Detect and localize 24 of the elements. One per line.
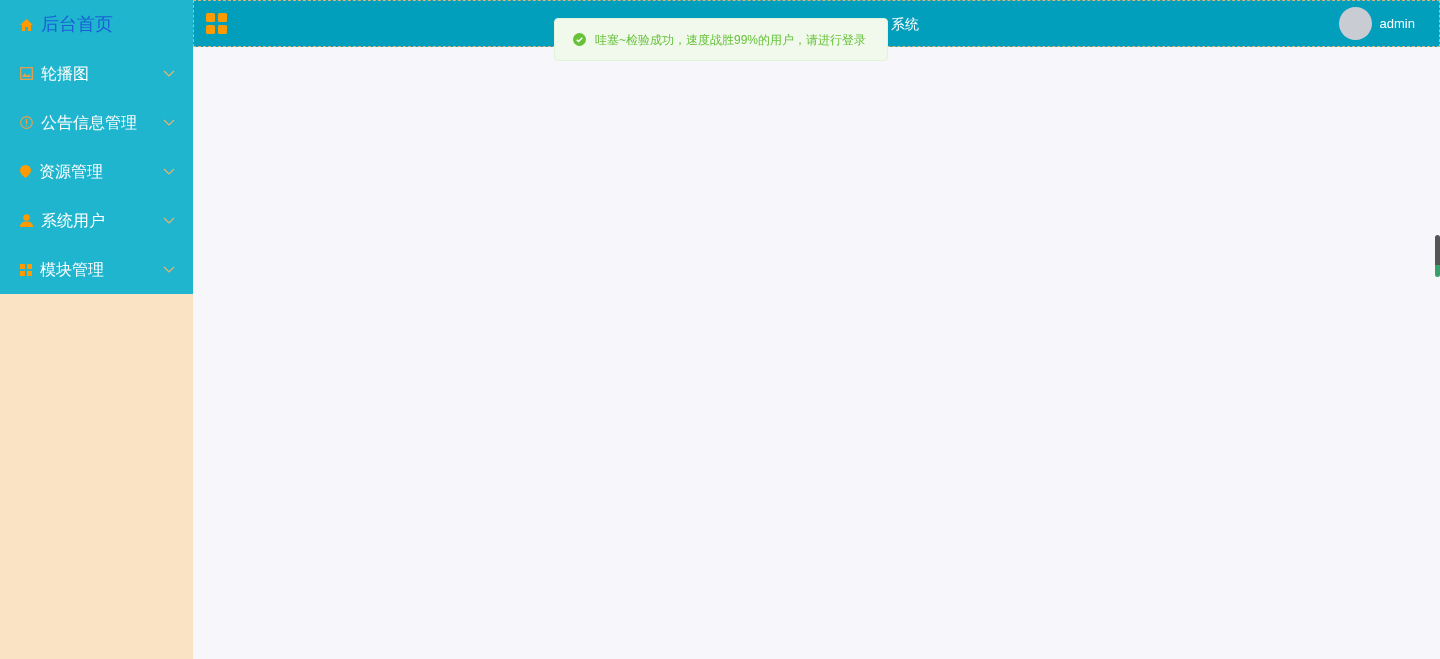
- chevron-down-icon: [163, 119, 175, 126]
- menu-item[interactable]: 公告信息管理: [0, 98, 193, 147]
- chevron-down-icon: [163, 217, 175, 224]
- menu-item[interactable]: 资源管理: [0, 147, 193, 196]
- chevron-down-icon: [163, 70, 175, 77]
- chevron-down-icon: [163, 266, 175, 273]
- toast-message: 哇塞~检验成功，速度战胜99%的用户，请进行登录: [595, 31, 867, 49]
- scroll-handle[interactable]: [1435, 235, 1440, 277]
- image-icon: [20, 67, 33, 80]
- grid-menu-icon[interactable]: [206, 13, 227, 34]
- home-icon: [20, 18, 33, 31]
- chevron-down-icon: [163, 168, 175, 175]
- menu-item[interactable]: 系统用户: [0, 196, 193, 245]
- system-title: 系统: [891, 15, 919, 34]
- location-pin-icon: [20, 165, 31, 178]
- grid-icon: [20, 263, 32, 276]
- menu-item[interactable]: 后台首页: [0, 0, 193, 49]
- info-circle-icon: [20, 116, 33, 129]
- user-icon: [20, 214, 33, 227]
- user-name[interactable]: admin: [1379, 13, 1415, 34]
- menu-item[interactable]: 轮播图: [0, 49, 193, 98]
- user-avatar[interactable]: [1338, 7, 1372, 40]
- menu-item[interactable]: 模块管理: [0, 245, 193, 294]
- check-circle-icon: [573, 33, 586, 46]
